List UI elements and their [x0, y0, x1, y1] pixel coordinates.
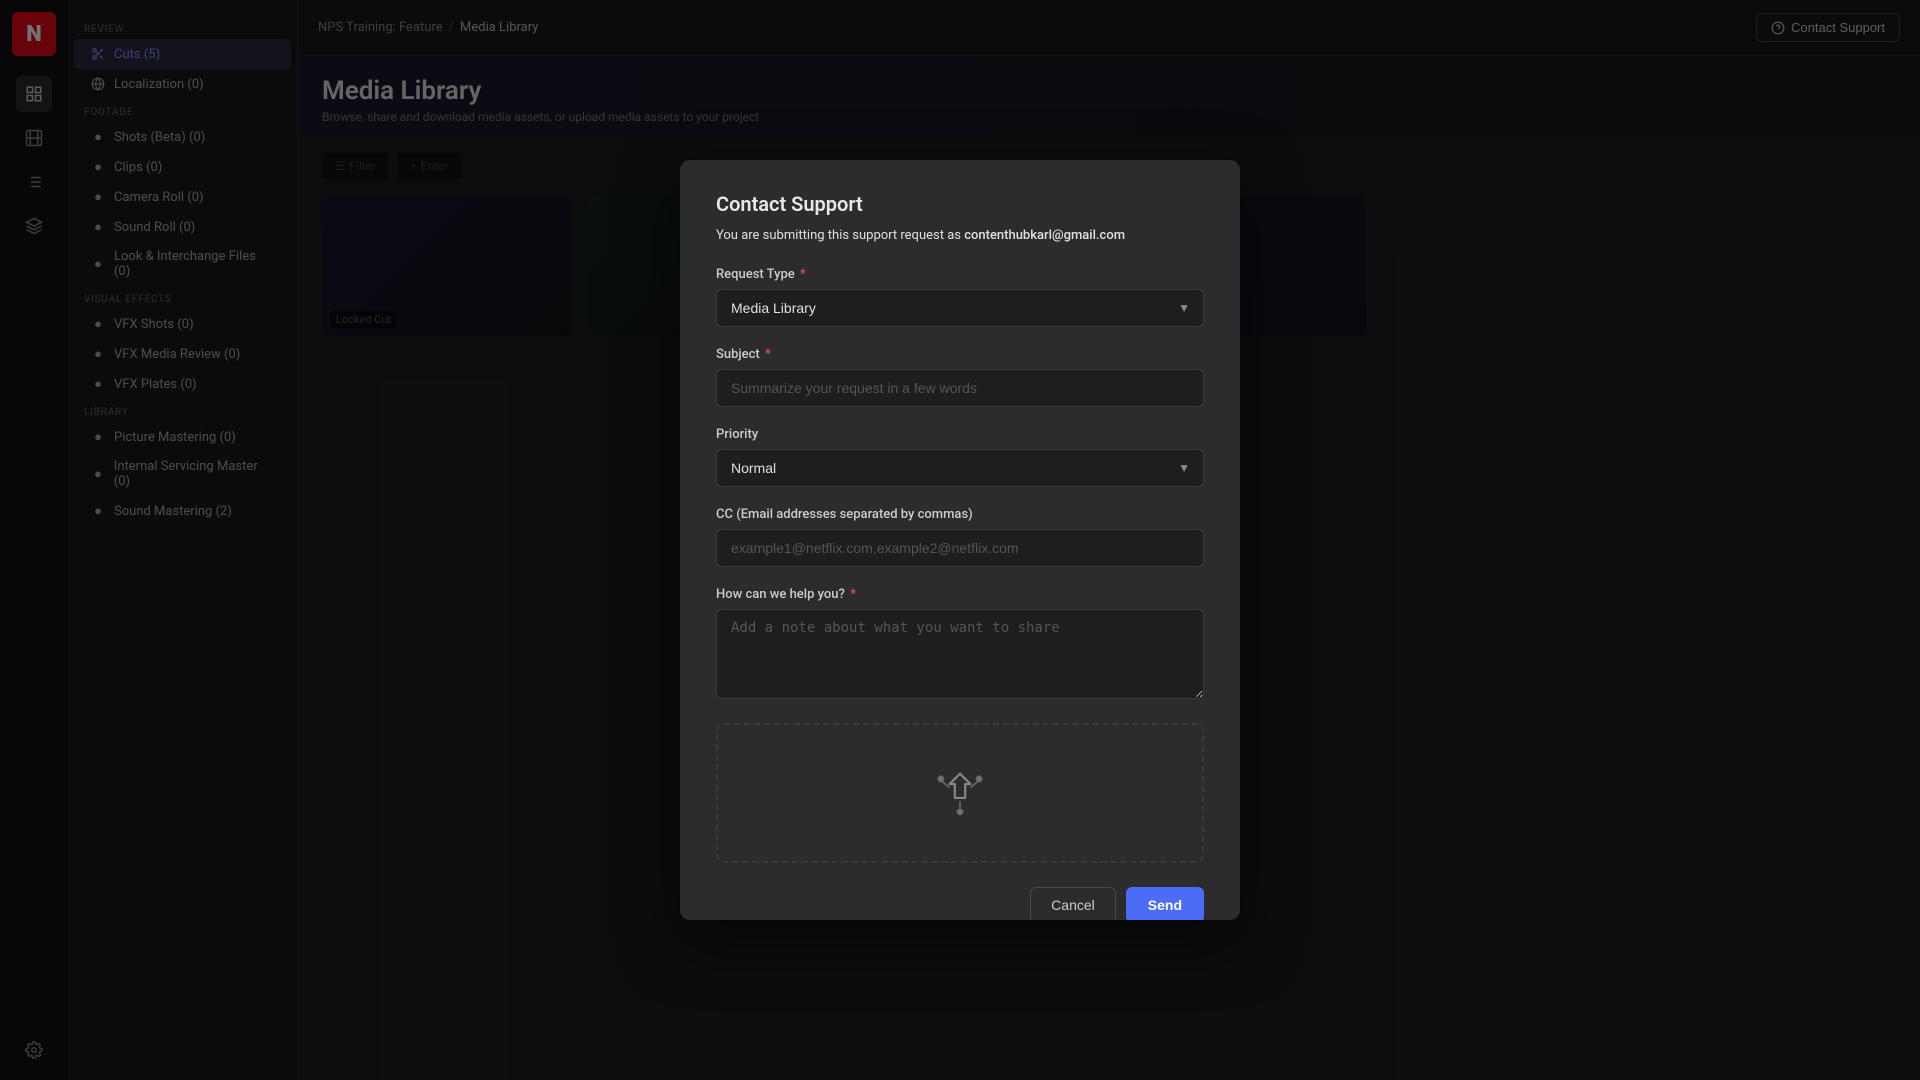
required-star-help: * [850, 587, 856, 602]
request-type-select-wrapper: Media Library Other ▼ [716, 289, 1204, 327]
form-group-help: How can we help you? * [716, 587, 1204, 703]
required-star-request-type: * [800, 267, 806, 282]
help-textarea[interactable] [716, 609, 1204, 699]
request-type-label: Request Type * [716, 267, 1204, 282]
form-group-priority: Priority Low Normal High Urgent ▼ [716, 427, 1204, 487]
form-group-subject: Subject * [716, 347, 1204, 407]
subject-label: Subject * [716, 347, 1204, 362]
cc-label: CC (Email addresses separated by commas) [716, 507, 1204, 522]
form-group-request-type: Request Type * Media Library Other ▼ [716, 267, 1204, 327]
subject-input[interactable] [716, 369, 1204, 407]
upload-area[interactable] [716, 723, 1204, 863]
modal-title: Contact Support [716, 192, 1204, 216]
request-type-select[interactable]: Media Library Other [716, 289, 1204, 327]
cc-input[interactable] [716, 529, 1204, 567]
modal-actions: Cancel Send [716, 887, 1204, 920]
modal-subtitle: You are submitting this support request … [716, 228, 1204, 243]
main-content: NPS Training: Feature / Media Library Co… [298, 0, 1920, 1080]
cancel-button[interactable]: Cancel [1030, 887, 1116, 920]
upload-icon [934, 765, 986, 821]
modal-user-email: contenthubkarl@gmail.com [964, 228, 1125, 243]
contact-support-modal: Contact Support You are submitting this … [680, 160, 1240, 920]
form-group-cc: CC (Email addresses separated by commas) [716, 507, 1204, 567]
modal-overlay: Contact Support You are submitting this … [298, 0, 1920, 1080]
modal-subtitle-prefix: You are submitting this support request … [716, 228, 961, 243]
send-button[interactable]: Send [1126, 887, 1204, 920]
priority-select[interactable]: Low Normal High Urgent [716, 449, 1204, 487]
required-star-subject: * [765, 347, 771, 362]
app-container: N REVIEW Cuts (5) Localizati [0, 0, 1920, 1080]
priority-label: Priority [716, 427, 1204, 442]
help-label: How can we help you? * [716, 587, 1204, 602]
priority-select-wrapper: Low Normal High Urgent ▼ [716, 449, 1204, 487]
